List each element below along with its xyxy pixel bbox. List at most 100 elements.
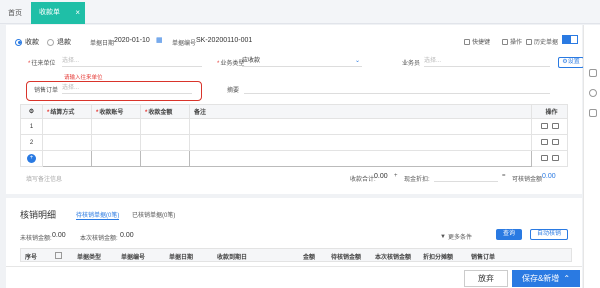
doc-no-value[interactable]: SK-20200110-001 (196, 37, 252, 44)
radio-refund[interactable]: 退款 (47, 37, 71, 47)
tab-receipt[interactable]: 收款单 × (31, 2, 85, 24)
plus-icon: + (27, 154, 36, 163)
col-note: 备注 (189, 104, 532, 119)
copy-icon[interactable] (540, 138, 548, 145)
cell[interactable] (189, 150, 532, 167)
radio-receive-label: 收款 (25, 39, 39, 46)
col-pending: 待核销金额 (331, 255, 362, 261)
this-writeoff-value: 0.00 (120, 232, 134, 239)
tab-receipt-label: 收款单 (39, 9, 60, 16)
history-link[interactable]: 历史单据 (526, 37, 558, 46)
type-label: 业务类型 (217, 58, 244, 67)
table-row: 2 (20, 134, 568, 151)
discount-input[interactable] (434, 171, 498, 182)
col-doc-date: 单据日期 (169, 255, 194, 261)
list-icon[interactable] (589, 69, 597, 77)
right-toolbar (583, 25, 600, 288)
cell[interactable] (189, 118, 532, 135)
unwritten-value: 0.00 (52, 232, 66, 239)
delete-icon[interactable] (551, 138, 559, 145)
section-divider (6, 194, 582, 198)
note-input[interactable]: 填写备注信息 (26, 174, 62, 183)
doc-no-label: 单据编号 (172, 41, 197, 47)
delete-icon[interactable] (551, 122, 559, 129)
select-all-checkbox[interactable] (55, 252, 62, 259)
calendar-icon[interactable]: ▦ (156, 36, 163, 44)
row-number: 2 (20, 134, 43, 151)
cell[interactable] (42, 150, 92, 167)
tab-pending[interactable]: 待核销单据(0笔) (76, 210, 120, 220)
summary-input[interactable] (244, 83, 550, 94)
print-icon[interactable] (589, 109, 597, 117)
filter-icon: ▼ (440, 233, 446, 240)
operate-link[interactable]: 操作 (502, 37, 522, 46)
add-row-button[interactable]: + (20, 150, 43, 167)
cell[interactable] (140, 134, 190, 151)
row-actions[interactable] (531, 118, 568, 135)
unit-input[interactable]: 选择... (62, 56, 202, 67)
top-tab-bar: 首页 收款单 × (0, 0, 600, 24)
copy-icon[interactable] (540, 122, 548, 129)
row-actions[interactable] (531, 150, 568, 167)
radio-dot-icon (15, 38, 22, 46)
chevron-up-icon[interactable]: ⌃ (563, 274, 570, 283)
history-label: 历史单据 (534, 40, 559, 46)
view-toggle[interactable] (562, 35, 578, 44)
equals-sign: = (502, 173, 506, 179)
more-filter-label: 更多条件 (447, 235, 472, 241)
date-label: 单据日期 (90, 41, 115, 47)
query-button[interactable]: 查询 (496, 229, 522, 240)
date-value[interactable]: 2020-01-10 (114, 37, 150, 44)
cell[interactable] (140, 150, 190, 167)
unit-error: 请输入往来单位 (64, 75, 103, 81)
writeoff-value: 0.00 (542, 173, 556, 180)
table-row: 1 (20, 118, 568, 135)
cell[interactable] (42, 134, 92, 151)
cell[interactable] (42, 118, 92, 135)
row-actions[interactable] (531, 134, 568, 151)
col-account: 收款账号 (91, 104, 141, 119)
grid-icon (502, 38, 508, 45)
shortcut-link[interactable]: 快捷键 (464, 37, 490, 46)
shortcut-label: 快捷键 (472, 40, 491, 46)
order-label: 销售订单 (34, 88, 59, 94)
table-row: + (20, 150, 568, 167)
cell[interactable] (91, 134, 141, 151)
radio-dot-icon (47, 38, 54, 46)
radio-refund-label: 退款 (57, 39, 71, 46)
cancel-button[interactable]: 放弃 (464, 270, 508, 287)
list-view-icon[interactable] (563, 36, 571, 43)
unit-label: 往来单位 (28, 58, 55, 67)
copy-icon[interactable] (540, 154, 548, 161)
col-amount: 金额 (303, 255, 316, 261)
cell[interactable] (91, 150, 141, 167)
tab-done[interactable]: 已核销单据(0笔) (132, 210, 175, 219)
col-doc-type: 单据类型 (77, 255, 102, 261)
type-value: 应收款 (242, 58, 261, 64)
col-sales-order: 销售订单 (471, 255, 496, 261)
radio-receive[interactable]: 收款 (15, 37, 39, 47)
close-icon[interactable]: × (75, 2, 80, 24)
save-new-button[interactable]: 保存&新增 ⌃ (512, 270, 580, 287)
link-icon[interactable] (589, 89, 597, 97)
col-op: 操作 (531, 104, 568, 119)
type-select[interactable]: 应收款 ⌄ (242, 56, 362, 67)
staff-input[interactable]: 选择... (424, 56, 550, 67)
tab-home[interactable]: 首页 (8, 8, 22, 18)
settlement-table: ⚙ 结算方式 收款账号 收款金额 备注 操作 1 2 + (20, 104, 568, 167)
writeoff-label: 可核销金额 (512, 177, 543, 183)
detail-title: 核销明细 (20, 210, 57, 220)
cell[interactable] (140, 118, 190, 135)
total-value: 0.00 (374, 173, 388, 180)
order-input[interactable]: 选择... (62, 83, 192, 94)
cell[interactable] (189, 134, 532, 151)
auto-writeoff-button[interactable]: 自动核销 (530, 229, 568, 240)
cell[interactable] (91, 118, 141, 135)
row-settings-icon[interactable]: ⚙ (20, 104, 43, 119)
save-new-label: 保存&新增 (521, 274, 560, 283)
col-discount: 折扣分摊额 (423, 255, 454, 261)
delete-icon[interactable] (551, 154, 559, 161)
more-filter[interactable]: ▼ 更多条件 (440, 232, 472, 242)
history-icon (526, 38, 532, 45)
settings-button[interactable]: ⚙设置 (558, 57, 584, 68)
